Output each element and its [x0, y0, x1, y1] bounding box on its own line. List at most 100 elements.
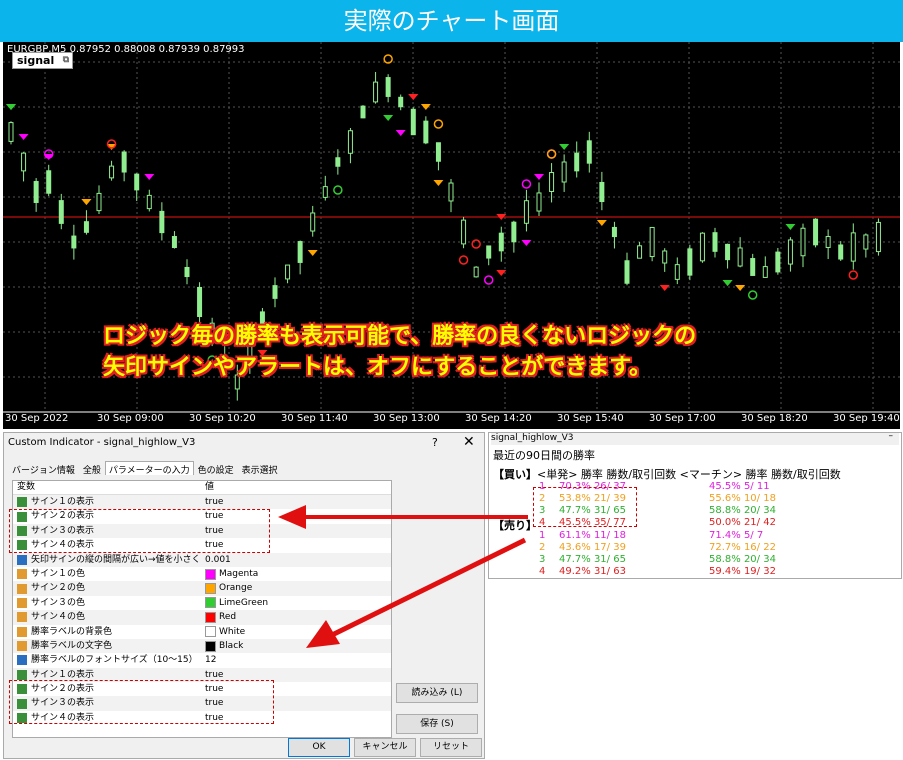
tab-visualization[interactable]: 表示選択 — [238, 461, 282, 476]
candle-body — [800, 227, 806, 257]
signal-arrow — [521, 240, 532, 246]
candle-body — [787, 239, 793, 265]
candle-body — [272, 285, 278, 299]
tab-general[interactable]: 全般 — [79, 461, 105, 476]
overlay-caption-line1: ロジック毎の勝率も表示可能で、勝率の良くないロジックの — [103, 324, 697, 349]
winrate-single: 43.6% 17/ 39 — [559, 542, 626, 553]
reset-button[interactable]: リセット — [420, 738, 482, 757]
candle-body — [624, 260, 630, 284]
num-param-icon — [17, 554, 27, 565]
column-variable: 変数 — [17, 482, 36, 492]
param-value: 0.001 — [205, 554, 231, 565]
candle-body — [825, 236, 831, 248]
winrate-martin: 59.4% 19/ 32 — [709, 566, 776, 577]
tab-parameters[interactable]: パラメーターの入力 — [104, 461, 194, 476]
param-value-cell[interactable]: 12 — [205, 653, 391, 667]
winrate-logic-number: 1 — [539, 530, 546, 541]
candle-body — [875, 221, 881, 253]
table-row[interactable]: サイン３の色 LimeGreen — [13, 596, 391, 610]
table-row[interactable]: サイン１の色 Magenta — [13, 567, 391, 581]
x-axis-label: 30 Sep 15:40 — [557, 413, 624, 424]
signal-arrow — [408, 94, 419, 100]
param-value: Magenta — [219, 568, 259, 579]
dialog-tabs: バージョン情報 全般 パラメーターの入力 色の設定 表示選択 — [8, 461, 282, 476]
table-row[interactable]: 勝率ラベルの文字色 Black — [13, 638, 391, 654]
signal-circle — [433, 119, 444, 129]
table-row[interactable]: サイン２の色 Orange — [13, 581, 391, 596]
candle-body — [121, 151, 127, 173]
signal-arrow — [534, 174, 544, 180]
table-row[interactable]: 勝率ラベルの背景色 White — [13, 625, 391, 639]
tab-version[interactable]: バージョン情報 — [8, 461, 79, 476]
param-name: 勝率ラベルのフォントサイズ（10〜15） — [31, 655, 198, 666]
buy-label: 【買い】 — [493, 468, 537, 481]
param-value: White — [219, 626, 246, 637]
winrate-single: 61.1% 11/ 18 — [559, 530, 626, 541]
candle-body — [398, 96, 404, 108]
signal-arrow — [383, 115, 394, 121]
candle-body — [863, 234, 869, 250]
candle-body — [649, 226, 655, 258]
candle-body — [285, 264, 291, 280]
param-value-cell[interactable]: Red — [205, 610, 391, 624]
param-name-cell: サイン１の表示 — [13, 495, 205, 509]
winrate-martin: 55.6% 10/ 18 — [709, 493, 776, 504]
param-name: 勝率ラベルの文字色 — [31, 640, 113, 651]
signal-arrow — [722, 280, 733, 286]
tab-colors[interactable]: 色の設定 — [194, 461, 238, 476]
candle-body — [574, 152, 580, 172]
winrate-single: 47.7% 31/ 65 — [559, 554, 626, 565]
param-name-cell: サイン４の色 — [13, 610, 205, 624]
x-axis-label: 30 Sep 19:40 — [833, 413, 900, 424]
candle-body — [461, 219, 467, 245]
ok-button[interactable]: OK — [288, 738, 350, 757]
color-swatch — [205, 640, 216, 652]
candle-body — [687, 248, 693, 276]
candle-body — [737, 247, 743, 267]
col-param-icon — [17, 612, 27, 623]
param-value-cell[interactable]: true — [205, 495, 391, 509]
x-axis-label: 30 Sep 18:20 — [741, 413, 808, 424]
table-row[interactable]: サイン１の表示 true — [13, 495, 391, 510]
color-swatch — [205, 568, 216, 580]
num-param-icon — [17, 655, 27, 666]
cancel-button[interactable]: キャンセル — [354, 738, 416, 757]
table-row[interactable]: サイン４の色 Red — [13, 610, 391, 625]
indicator-label[interactable]: signal ⧉ — [12, 52, 74, 69]
candle-body — [58, 200, 64, 224]
overlay-caption-line2: 矢印サインやアラートは、オフにすることができます。 — [103, 355, 652, 380]
help-icon[interactable]: ? — [432, 436, 438, 449]
param-name: 勝率ラベルの背景色 — [31, 626, 113, 637]
candle-body — [813, 218, 819, 246]
highlight-box-top — [9, 509, 270, 553]
signal-circle — [483, 275, 494, 285]
signal-arrow — [785, 224, 796, 230]
table-row[interactable]: 矢印サインの縦の間隔が広い→値を小さく 0.001 — [13, 552, 391, 567]
link-icon: ⧉ — [62, 55, 70, 65]
candle-body — [775, 251, 781, 273]
load-button[interactable]: 読み込み (L) — [396, 683, 478, 703]
candle-body — [549, 172, 555, 192]
candle-body — [184, 266, 190, 278]
signal-circle — [521, 179, 532, 189]
bool-param-icon — [17, 497, 27, 508]
param-value-cell[interactable]: Orange — [205, 581, 391, 595]
x-axis-label: 30 Sep 13:00 — [373, 413, 440, 424]
table-row[interactable]: 勝率ラベルのフォントサイズ（10〜15） 12 — [13, 653, 391, 667]
close-icon[interactable]: ✕ — [463, 434, 475, 450]
banner-title: 実際のチャート画面 — [0, 0, 903, 42]
param-name-cell: 勝率ラベルの文字色 — [13, 639, 205, 653]
param-value-cell[interactable]: LimeGreen — [205, 596, 391, 610]
minimize-icon[interactable]: – — [889, 431, 894, 441]
candle-body — [360, 105, 366, 119]
param-value-cell[interactable]: 0.001 — [205, 553, 391, 567]
highlight-box-bottom — [9, 680, 274, 724]
save-button[interactable]: 保存 (S) — [396, 714, 478, 734]
param-value-cell[interactable]: Magenta — [205, 567, 391, 581]
candle-body — [611, 226, 617, 238]
price-chart[interactable]: EURGBP,M5 0.87952 0.88008 0.87939 0.8799… — [3, 42, 900, 429]
candle-body — [335, 157, 341, 167]
param-value-cell[interactable]: White — [205, 625, 391, 639]
param-value-cell[interactable]: Black — [205, 639, 391, 653]
candle-body — [498, 232, 504, 252]
